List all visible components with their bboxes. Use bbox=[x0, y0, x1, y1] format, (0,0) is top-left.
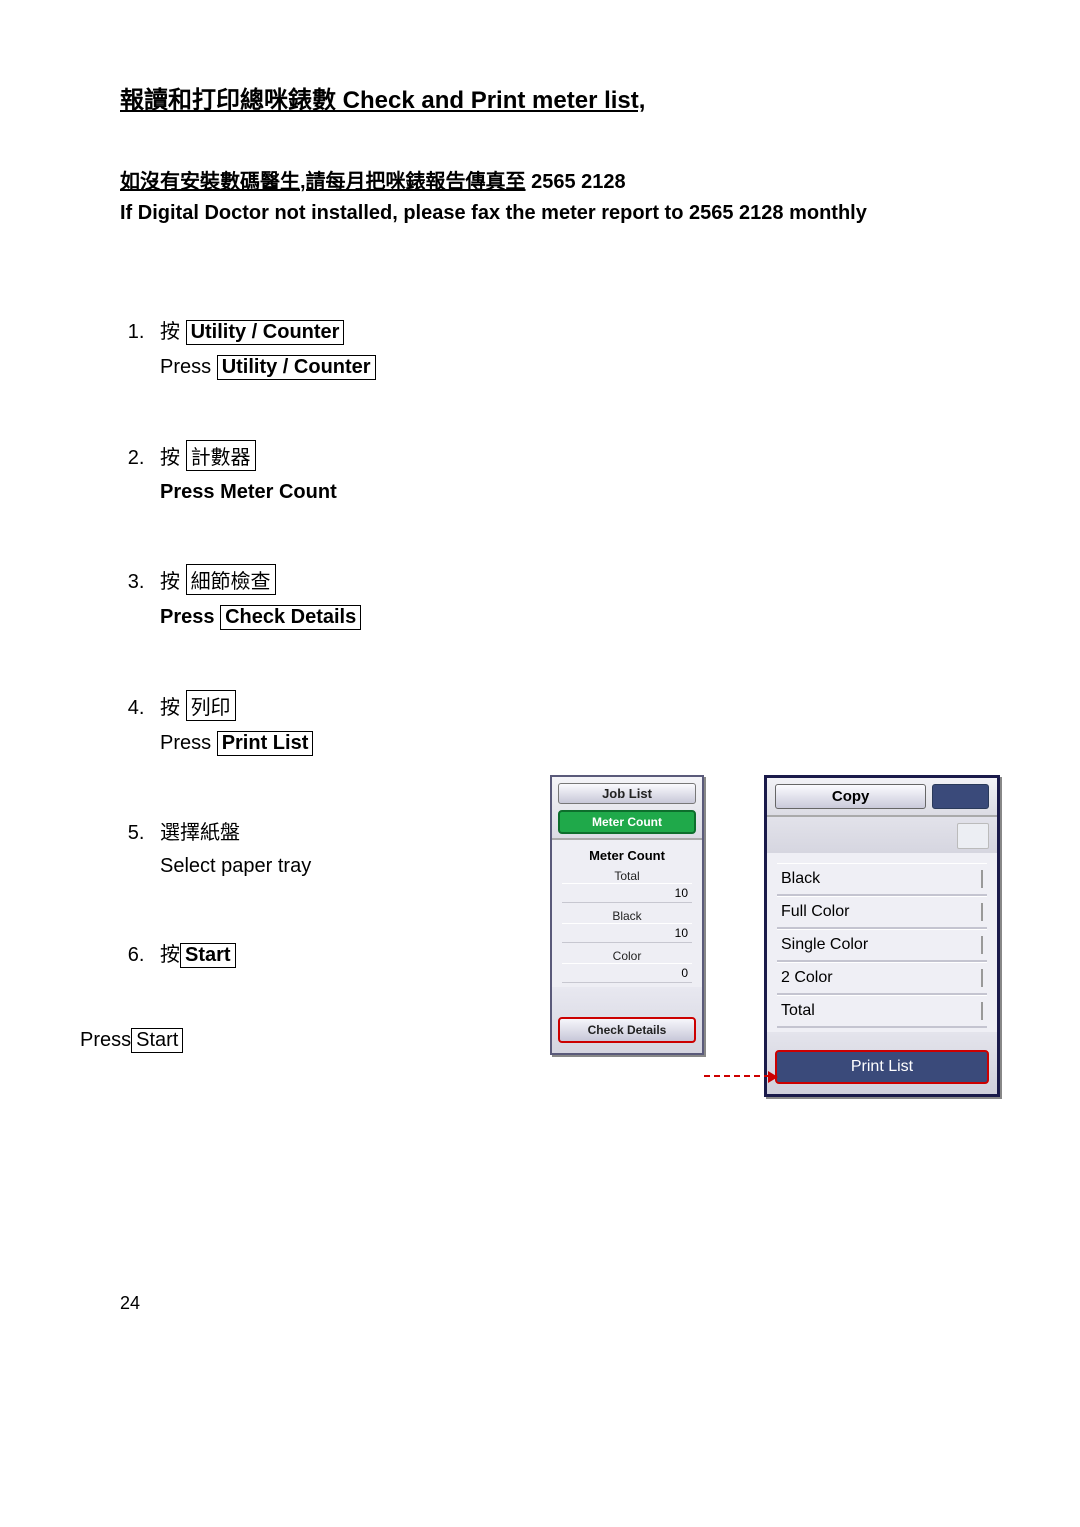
notice-cn-text: 如沒有安裝數碼醫生,請每月把咪錶報告傳真至 bbox=[120, 171, 526, 193]
device-screenshots: Job List Meter Count Meter Count Total 1… bbox=[550, 775, 1000, 1097]
left-panel: Job List Meter Count Meter Count Total 1… bbox=[550, 775, 704, 1055]
mc-color-value: 0 bbox=[562, 963, 692, 983]
scan-tab[interactable] bbox=[932, 784, 989, 809]
step-1: 按 Utility / Counter Press Utility / Coun… bbox=[150, 315, 960, 380]
print-list-button[interactable]: Print List bbox=[775, 1050, 989, 1084]
notice-cn: 如沒有安裝數碼醫生,請每月把咪錶報告傳真至 2565 2128 bbox=[120, 165, 960, 194]
step-4: 按 列印 Press Print List bbox=[150, 690, 960, 756]
step-6-press-en: Press bbox=[80, 1029, 131, 1051]
divider-icon bbox=[981, 870, 983, 888]
meter-count-button-cn[interactable]: 計數器 bbox=[186, 440, 256, 471]
step-3-press-en: Press bbox=[160, 606, 220, 628]
notice-fax: 2565 2128 bbox=[526, 171, 626, 193]
row-black-label: Black bbox=[781, 870, 820, 888]
step-4-press-cn: 按 bbox=[160, 697, 186, 719]
copy-tab[interactable]: Copy bbox=[775, 784, 926, 809]
divider-icon bbox=[981, 936, 983, 954]
step-2-press-en: Press bbox=[160, 481, 220, 503]
step-3-press-cn: 按 bbox=[160, 571, 186, 593]
mc-total-value: 10 bbox=[562, 883, 692, 903]
utility-counter-button-cn[interactable]: Utility / Counter bbox=[186, 320, 345, 345]
meter-count-tab[interactable]: Meter Count bbox=[558, 810, 696, 834]
utility-counter-button-en[interactable]: Utility / Counter bbox=[217, 355, 376, 380]
row-total[interactable]: Total bbox=[777, 995, 987, 1028]
page-number: 24 bbox=[120, 1293, 1080, 1314]
step-1-press-en: Press bbox=[160, 356, 217, 378]
step-1-press-cn: 按 bbox=[160, 321, 186, 343]
print-list-button-cn[interactable]: 列印 bbox=[186, 690, 236, 721]
row-full-color[interactable]: Full Color bbox=[777, 896, 987, 929]
step-6-press-cn: 按 bbox=[160, 944, 180, 966]
job-list-button[interactable]: Job List bbox=[558, 783, 696, 804]
meter-count-button-en[interactable]: Meter Count bbox=[220, 481, 337, 503]
step-2-press-cn: 按 bbox=[160, 447, 186, 469]
row-black[interactable]: Black bbox=[777, 863, 987, 896]
row-single-color[interactable]: Single Color bbox=[777, 929, 987, 962]
row-single-color-label: Single Color bbox=[781, 936, 868, 954]
meter-count-title: Meter Count bbox=[562, 848, 692, 863]
start-button-en[interactable]: Start bbox=[131, 1028, 183, 1053]
mc-total-label: Total bbox=[562, 869, 692, 883]
mc-black-value: 10 bbox=[562, 923, 692, 943]
divider-icon bbox=[981, 1002, 983, 1020]
check-details-button-en[interactable]: Check Details bbox=[220, 605, 361, 630]
row-2-color-label: 2 Color bbox=[781, 969, 833, 987]
notice-en: If Digital Doctor not installed, please … bbox=[120, 202, 960, 225]
row-2-color[interactable]: 2 Color bbox=[777, 962, 987, 995]
divider-icon bbox=[981, 969, 983, 987]
page-title: 報讀和打印總咪錶數 Check and Print meter list, bbox=[120, 80, 960, 115]
print-list-button-en[interactable]: Print List bbox=[217, 731, 314, 756]
panel-gap bbox=[767, 817, 997, 853]
start-button-cn[interactable]: Start bbox=[180, 943, 236, 968]
divider-icon bbox=[981, 903, 983, 921]
row-full-color-label: Full Color bbox=[781, 903, 849, 921]
check-details-button-cn[interactable]: 細節檢查 bbox=[186, 564, 276, 595]
step-4-press-en: Press bbox=[160, 732, 217, 754]
row-total-label: Total bbox=[781, 1002, 815, 1020]
check-details-button[interactable]: Check Details bbox=[558, 1017, 696, 1043]
step-2: 按 計數器 Press Meter Count bbox=[150, 440, 960, 504]
arrow-icon bbox=[704, 1075, 770, 1077]
step-3: 按 細節檢查 Press Check Details bbox=[150, 564, 960, 630]
right-panel: Copy Black Full Color Single Color 2 Col… bbox=[764, 775, 1000, 1097]
mc-color-label: Color bbox=[562, 949, 692, 963]
mc-black-label: Black bbox=[562, 909, 692, 923]
